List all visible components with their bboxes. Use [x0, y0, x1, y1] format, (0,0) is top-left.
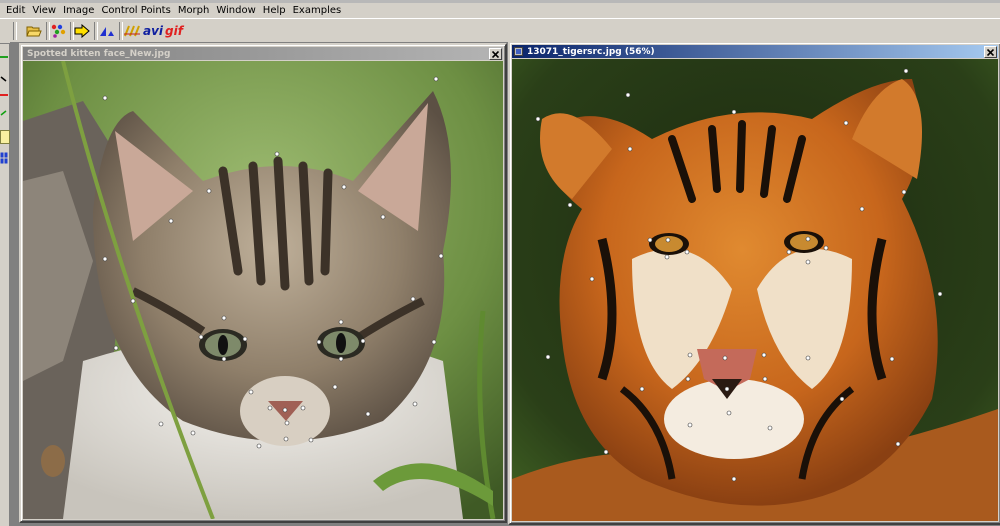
left-tool-strip: [0, 44, 10, 526]
menu-bar: Edit View Image Control Points Morph Win…: [0, 3, 1000, 18]
grid-view-icon[interactable]: [0, 152, 8, 164]
move-arrow-icon[interactable]: [0, 106, 8, 116]
export-avi-button[interactable]: avi: [143, 21, 163, 41]
open-folder-icon: [26, 26, 42, 37]
menu-view[interactable]: View: [32, 5, 56, 16]
tiger-window-titlebar[interactable]: 13071_tigersrc.jpg (56%): [512, 45, 998, 58]
control-points-button[interactable]: [48, 21, 68, 41]
menu-examples[interactable]: Examples: [293, 5, 342, 16]
close-icon: [492, 50, 499, 58]
kitten-window-titlebar[interactable]: Spotted kitten face_New.jpg: [23, 47, 503, 60]
kitten-window-title: Spotted kitten face_New.jpg: [27, 48, 171, 59]
menu-edit[interactable]: Edit: [6, 5, 25, 16]
export-gif-button[interactable]: gif: [164, 21, 184, 41]
tiger-image-canvas[interactable]: [512, 59, 998, 521]
add-point-icon[interactable]: [0, 56, 8, 58]
tiger-image-window[interactable]: 13071_tigersrc.jpg (56%): [508, 41, 1000, 525]
close-icon: [987, 48, 994, 56]
morph-tool-button[interactable]: [97, 21, 117, 41]
control-points-icon: [51, 24, 66, 38]
menu-morph[interactable]: Morph: [178, 5, 210, 16]
menu-control-points[interactable]: Control Points: [101, 5, 170, 16]
menu-window[interactable]: Window: [216, 5, 255, 16]
note-icon[interactable]: [0, 130, 10, 144]
tiger-window-title: 13071_tigersrc.jpg (56%): [527, 46, 655, 57]
image-window-icon: [514, 47, 523, 56]
select-arrow-icon[interactable]: [0, 72, 8, 82]
triangle-morph-icon: [100, 27, 114, 36]
next-arrow-button[interactable]: [72, 21, 92, 41]
kitten-photo: [23, 61, 503, 519]
kitten-window-close-button[interactable]: [489, 48, 502, 60]
remove-point-icon[interactable]: [0, 94, 8, 96]
tiger-window-close-button[interactable]: [984, 46, 997, 58]
kitten-image-canvas[interactable]: [23, 61, 503, 519]
sequence-button[interactable]: [122, 21, 142, 41]
kitten-image-window[interactable]: Spotted kitten face_New.jpg: [19, 43, 507, 523]
menu-help[interactable]: Help: [263, 5, 286, 16]
sequence-icon: [124, 25, 140, 37]
right-arrow-icon: [74, 24, 90, 38]
toolbar-separator: [13, 22, 17, 40]
menu-image[interactable]: Image: [63, 5, 94, 16]
tiger-photo: [512, 59, 998, 521]
open-folder-button[interactable]: [24, 21, 44, 41]
